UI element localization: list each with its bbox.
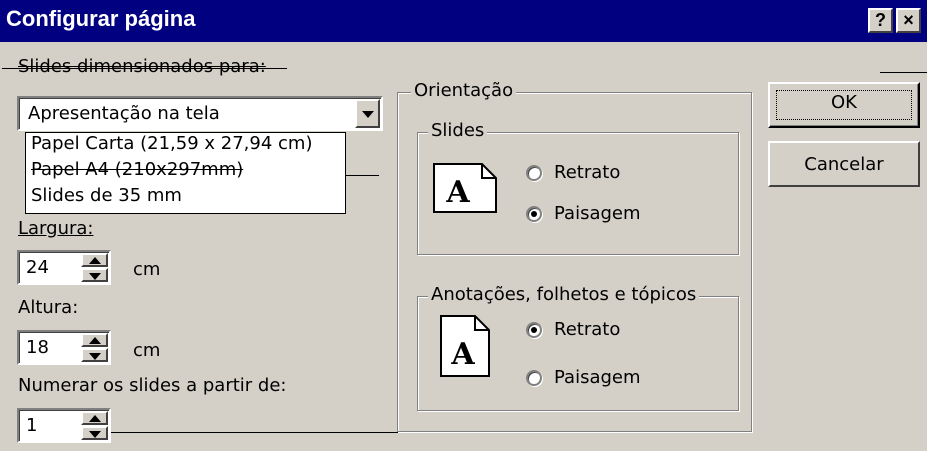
width-label: Largura:: [18, 218, 93, 239]
chevron-down-icon: [362, 111, 374, 118]
slides-portrait-label[interactable]: Retrato: [554, 162, 620, 183]
slides-size-selected: Apresentação na tela: [28, 103, 220, 124]
notes-landscape-label[interactable]: Paisagem: [554, 367, 641, 388]
radio-selected-dot: [531, 327, 537, 333]
page-glyph: A: [445, 175, 470, 210]
ok-button-label: OK: [831, 92, 857, 113]
help-button[interactable]: ?: [868, 8, 893, 33]
slides-size-select[interactable]: Apresentação na tela: [17, 96, 383, 131]
page-glyph: A: [450, 337, 475, 372]
portrait-page-icon: A: [440, 315, 490, 377]
height-up-button[interactable]: [81, 333, 108, 347]
callout-line-right: [880, 72, 927, 73]
cancel-button[interactable]: Cancelar: [768, 141, 920, 187]
numbering-field[interactable]: 1: [17, 408, 111, 443]
width-unit: cm: [133, 259, 161, 280]
option-letter[interactable]: Papel Carta (21,59 x 27,94 cm): [31, 133, 312, 154]
callout-line-a4: [346, 175, 379, 176]
numbering-up-button[interactable]: [81, 411, 108, 425]
callout-line-numbering: [111, 432, 434, 433]
height-value: 18: [26, 337, 49, 358]
close-icon: ×: [903, 10, 914, 30]
close-button[interactable]: ×: [896, 8, 921, 33]
slides-size-label: Slides dimensionados para:: [18, 56, 266, 77]
chevron-up-icon: [89, 415, 101, 422]
width-label-text: Largura:: [18, 218, 94, 239]
dialog-title: Configurar página: [6, 6, 196, 31]
notes-landscape-radio[interactable]: [526, 370, 542, 386]
slides-landscape-radio[interactable]: [526, 206, 542, 222]
orientation-label: Orientação: [411, 80, 517, 101]
numbering-label: Numerar os slides a partir de:: [18, 375, 287, 396]
numbering-value: 1: [26, 415, 38, 436]
help-icon: ?: [875, 10, 886, 30]
chevron-down-icon: [89, 431, 101, 438]
height-unit: cm: [133, 340, 161, 361]
title-bar: Configurar página ? ×: [0, 0, 927, 42]
radio-selected-dot: [531, 211, 537, 217]
width-up-button[interactable]: [81, 253, 108, 267]
dropdown-button[interactable]: [355, 99, 380, 128]
height-label: Altura:: [18, 297, 79, 318]
chevron-up-icon: [89, 257, 101, 264]
height-down-button[interactable]: [81, 348, 108, 362]
landscape-page-icon: A: [433, 163, 497, 213]
option-a4[interactable]: Papel A4 (210x297mm): [31, 159, 243, 180]
chevron-down-icon: [89, 273, 101, 280]
option-35mm[interactable]: Slides de 35 mm: [31, 185, 182, 206]
notes-portrait-label[interactable]: Retrato: [554, 319, 620, 340]
slides-portrait-radio[interactable]: [526, 165, 542, 181]
width-down-button[interactable]: [81, 268, 108, 282]
cancel-button-label: Cancelar: [804, 154, 884, 175]
width-value: 24: [26, 257, 49, 278]
slides-orientation-label: Slides: [428, 120, 488, 141]
notes-orientation-label: Anotações, folhetos e tópicos: [428, 284, 700, 305]
chevron-up-icon: [89, 337, 101, 344]
width-field[interactable]: 24: [17, 250, 111, 285]
height-field[interactable]: 18: [17, 330, 111, 365]
notes-portrait-radio[interactable]: [526, 322, 542, 338]
slides-size-dropdown-list: Papel Carta (21,59 x 27,94 cm) Papel A4 …: [25, 132, 346, 214]
ok-button[interactable]: OK: [768, 82, 920, 128]
numbering-down-button[interactable]: [81, 426, 108, 440]
slides-landscape-label[interactable]: Paisagem: [554, 203, 641, 224]
chevron-down-icon: [89, 353, 101, 360]
